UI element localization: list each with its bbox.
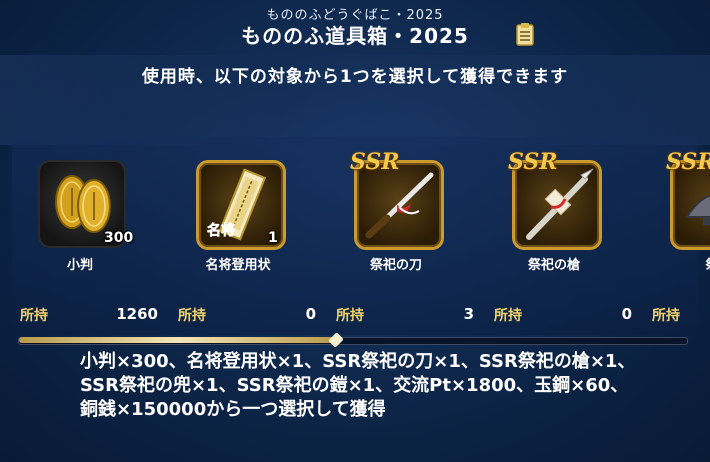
item-saishi-kabuto[interactable]: SSR 祭 所持 bbox=[650, 149, 710, 340]
owned-count: 1260 bbox=[116, 305, 158, 323]
owned-label: 所持 bbox=[20, 308, 48, 324]
item-name: 小判 bbox=[66, 258, 93, 273]
owned-count: 0 bbox=[621, 305, 632, 323]
reward-description: 小判×300、名将登用状×1、SSR祭祀の刀×1、SSR祭祀の槍×1、SSR祭祀… bbox=[80, 351, 636, 420]
scrollbar-thumb[interactable] bbox=[19, 337, 337, 343]
item-name: 名将登用状 bbox=[205, 258, 271, 273]
sword-icon bbox=[365, 172, 434, 239]
owned-label: 所持 bbox=[652, 308, 680, 324]
item-meisho-toyojo[interactable]: 名将 1 名将登用状 所持 0 bbox=[176, 155, 334, 340]
helmet-icon bbox=[685, 194, 710, 225]
item-saishi-katana[interactable]: SSR 祭祀の刀 所持 3 bbox=[334, 149, 492, 340]
item-name: 祭 bbox=[650, 254, 710, 273]
horizontal-scrollbar[interactable] bbox=[18, 332, 688, 348]
owned-count: 3 bbox=[463, 305, 474, 323]
rarity-badge: SSR bbox=[666, 149, 710, 175]
ticket-label: 名将 bbox=[207, 222, 235, 239]
item-koban[interactable]: 300 小判 所持 1260 bbox=[18, 155, 176, 340]
item-saishi-yari[interactable]: SSR 祭祀の槍 所持 0 bbox=[492, 149, 650, 340]
item-quantity: 1 bbox=[268, 230, 278, 246]
owned-label: 所持 bbox=[494, 308, 522, 324]
instruction-text: 使用時、以下の対象から1つを選択して獲得できます bbox=[141, 67, 569, 87]
item-name: 祭祀の槍 bbox=[527, 258, 580, 273]
item-quantity: 300 bbox=[104, 230, 134, 246]
spear-icon bbox=[526, 168, 594, 240]
rarity-badge: SSR bbox=[350, 149, 400, 175]
owned-count: 0 bbox=[305, 305, 316, 323]
clipboard-icon[interactable] bbox=[516, 22, 534, 46]
rarity-badge: SSR bbox=[508, 149, 558, 175]
dialog: もののふどうぐばこ・2025 もののふ道具箱・2025 使用時、以下の対象から1… bbox=[0, 0, 710, 462]
owned-label: 所持 bbox=[336, 308, 364, 324]
owned-label: 所持 bbox=[178, 308, 206, 324]
dialog-title: もののふ道具箱・2025 bbox=[241, 24, 469, 48]
item-name: 祭祀の刀 bbox=[369, 258, 422, 273]
